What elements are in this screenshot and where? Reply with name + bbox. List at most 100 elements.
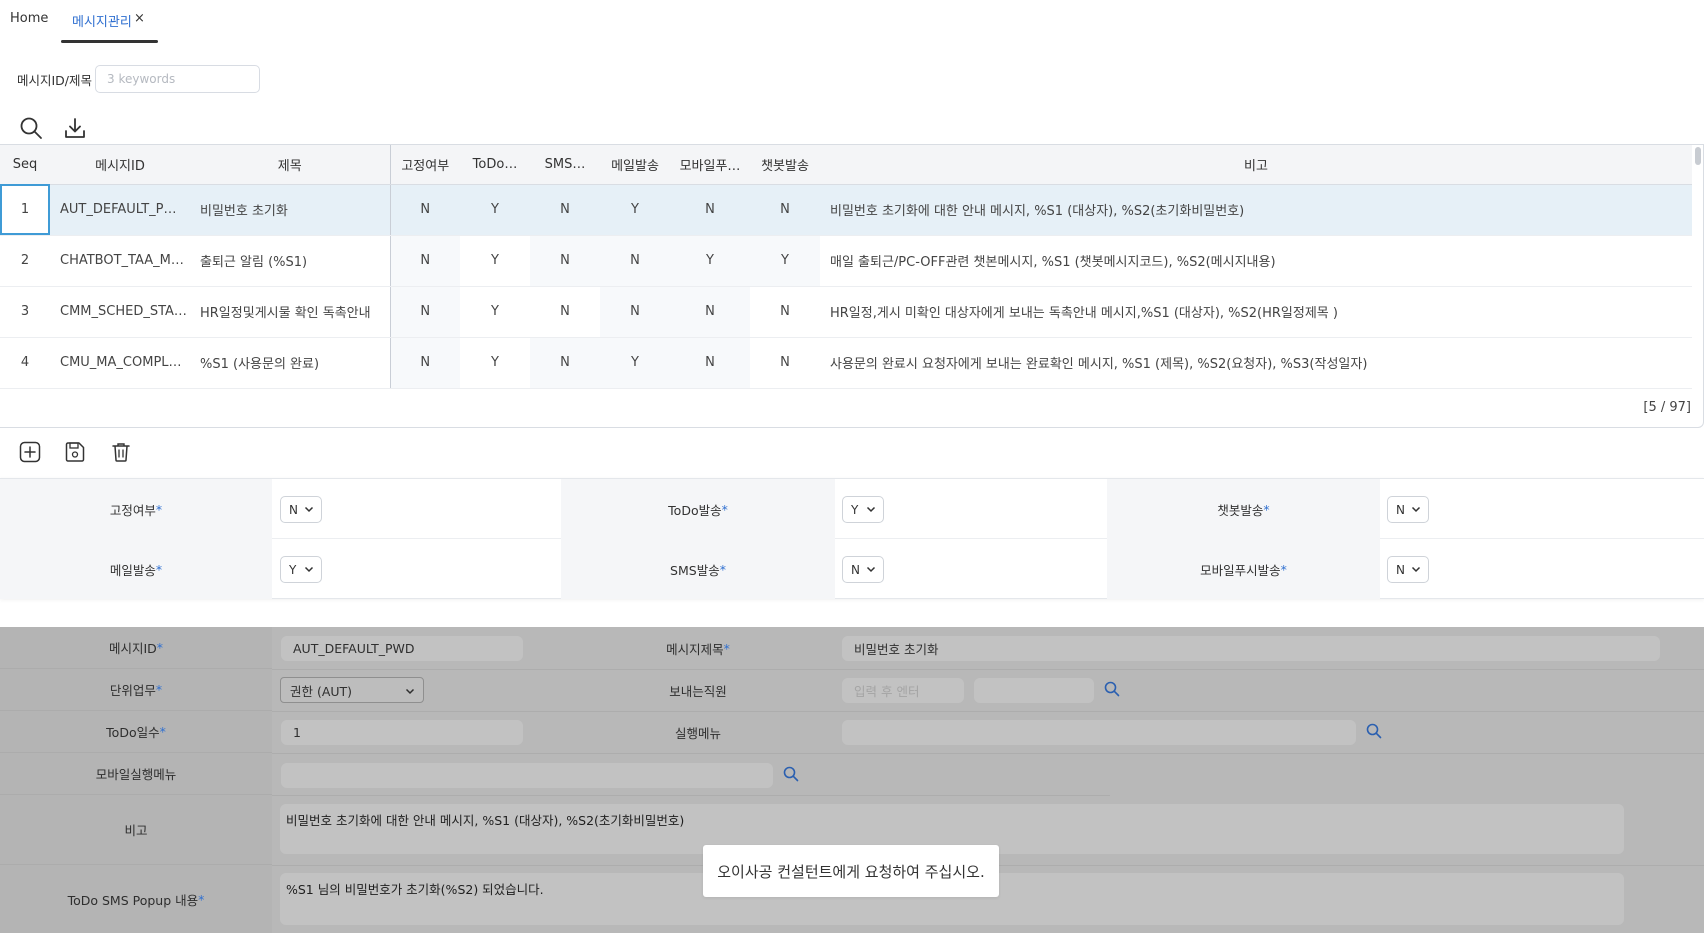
cell-todo[interactable]: Y (460, 184, 530, 236)
delete-icon[interactable] (110, 441, 132, 467)
cell-sms[interactable]: N (530, 184, 600, 236)
mobile-run-menu-field[interactable] (281, 763, 773, 788)
cell-mobile-push[interactable]: N (670, 337, 750, 389)
todo-sms-popup-label-text: ToDo SMS Popup 내용 (67, 892, 199, 908)
column-header-mobile-push[interactable]: 모바일푸… (670, 145, 750, 185)
column-header-todo[interactable]: ToDo… (460, 145, 530, 185)
required-mark: * (159, 724, 166, 739)
cell-chatbot[interactable]: N (750, 184, 820, 236)
cell-note[interactable]: HR일정,게시 미확인 대상자에게 보내는 독촉안내 메시지,%S1 (대상자)… (820, 286, 1692, 338)
cell-chatbot[interactable]: N (750, 286, 820, 338)
chevron-down-icon (1411, 566, 1421, 573)
cell-sms[interactable]: N (530, 337, 600, 389)
toast-message: 오이사공 컨설턴트에게 요청하여 주십시오. (703, 845, 999, 897)
cell-message-id[interactable]: CMM_SCHED_STA… (50, 286, 190, 338)
cell-mobile-push[interactable]: N (670, 184, 750, 236)
cell-fixed[interactable]: N (390, 184, 460, 236)
cell-message-id[interactable]: CMU_MA_COMPL… (50, 337, 190, 389)
message-title-field[interactable]: 비밀번호 초기화 (842, 636, 1660, 661)
mobile-run-menu-search-icon[interactable] (783, 766, 799, 786)
chevron-down-icon (405, 688, 415, 695)
search-icon[interactable] (19, 116, 43, 144)
run-menu-field[interactable] (842, 720, 1356, 745)
cell-seq[interactable]: 2 (0, 235, 50, 287)
cell-title[interactable]: %S1 (사용문의 완료) (190, 337, 391, 389)
table-row[interactable]: 2 CHATBOT_TAA_M… 출퇴근 알림 (%S1) N Y N N Y … (0, 235, 1692, 287)
tab-message-management[interactable]: 메시지관리 (72, 11, 132, 30)
todo-value: Y (851, 502, 859, 517)
grid-scrollbar[interactable] (1695, 147, 1701, 165)
cell-note[interactable]: 사용문의 완료시 요청자에게 보내는 완료확인 메시지, %S1 (제목), %… (820, 337, 1692, 389)
sms-label: SMS발송 * (561, 539, 835, 599)
sender-search-icon[interactable] (1104, 681, 1120, 701)
column-header-fixed[interactable]: 고정여부 (390, 145, 460, 185)
cell-title[interactable]: 비밀번호 초기화 (190, 184, 391, 236)
add-icon[interactable] (19, 441, 41, 467)
cell-note[interactable]: 비밀번호 초기화에 대한 안내 메시지, %S1 (대상자), %S2(초기화비… (820, 184, 1692, 236)
fixed-select[interactable]: N (280, 496, 322, 523)
cell-sms[interactable]: N (530, 235, 600, 287)
sender-field[interactable]: 입력 후 엔터 (842, 678, 964, 703)
cell-note[interactable]: 매일 출퇴근/PC-OFF관련 챗본메시지, %S1 (챗봇메시지코드), %S… (820, 235, 1692, 287)
column-header-note[interactable]: 비고 (820, 145, 1692, 185)
cell-fixed[interactable]: N (390, 235, 460, 287)
unit-task-select[interactable]: 권한 (AUT) (280, 677, 424, 703)
required-mark: * (155, 682, 163, 697)
cell-title[interactable]: HR일정및게시물 확인 독촉안내 (190, 286, 391, 338)
cell-mobile-push[interactable]: Y (670, 235, 750, 287)
download-icon[interactable] (63, 116, 87, 144)
mail-select[interactable]: Y (280, 556, 322, 583)
column-header-mail[interactable]: 메일발송 (600, 145, 670, 185)
cell-mail[interactable]: Y (600, 337, 670, 389)
mail-label: 메일발송 * (0, 539, 272, 599)
column-header-sms[interactable]: SMS… (530, 145, 600, 185)
sms-label-text: SMS발송 (670, 562, 720, 578)
note-label: 비고 (0, 795, 272, 865)
cell-fixed[interactable]: N (390, 337, 460, 389)
cell-title[interactable]: 출퇴근 알림 (%S1) (190, 235, 391, 287)
cell-mail[interactable]: N (600, 286, 670, 338)
cell-sms[interactable]: N (530, 286, 600, 338)
cell-mail[interactable]: N (600, 235, 670, 287)
save-icon[interactable] (64, 441, 86, 467)
todo-days-field[interactable]: 1 (281, 720, 523, 745)
mobile-push-select[interactable]: N (1387, 556, 1429, 583)
search-input[interactable] (95, 65, 260, 93)
chatbot-select[interactable]: N (1387, 496, 1429, 523)
chevron-down-icon (866, 566, 876, 573)
table-row[interactable]: 1 AUT_DEFAULT_P… 비밀번호 초기화 N Y N Y N N 비밀… (0, 184, 1692, 236)
cell-mail[interactable]: Y (600, 184, 670, 236)
run-menu-search-icon[interactable] (1366, 723, 1382, 743)
column-header-message-id[interactable]: 메시지ID (50, 145, 190, 185)
cell-seq[interactable]: 1 (0, 184, 50, 236)
cell-message-id[interactable]: CHATBOT_TAA_M… (50, 235, 190, 287)
cell-chatbot[interactable]: N (750, 337, 820, 389)
column-header-chatbot[interactable]: 챗봇발송 (750, 145, 820, 185)
sms-select[interactable]: N (842, 556, 884, 583)
cell-fixed[interactable]: N (390, 286, 460, 338)
table-row[interactable]: 3 CMM_SCHED_STA… HR일정및게시물 확인 독촉안내 N Y N … (0, 286, 1692, 338)
cell-mobile-push[interactable]: N (670, 286, 750, 338)
table-row[interactable]: 4 CMU_MA_COMPL… %S1 (사용문의 완료) N Y N Y N … (0, 337, 1692, 389)
cell-todo[interactable]: Y (460, 286, 530, 338)
column-header-title[interactable]: 제목 (190, 145, 391, 185)
run-menu-label: 실행메뉴 (561, 711, 835, 753)
todo-select[interactable]: Y (842, 496, 884, 523)
cell-seq[interactable]: 4 (0, 337, 50, 389)
tab-close-icon[interactable]: × (134, 11, 145, 26)
chatbot-value: N (1396, 502, 1405, 517)
cell-seq[interactable]: 3 (0, 286, 50, 338)
message-id-field[interactable]: AUT_DEFAULT_PWD (281, 636, 523, 661)
tab-home[interactable]: Home (10, 11, 48, 26)
cell-chatbot[interactable]: Y (750, 235, 820, 287)
required-mark: * (156, 640, 164, 655)
sender-label: 보내는직원 (561, 669, 835, 711)
cell-todo[interactable]: Y (460, 337, 530, 389)
cell-message-id[interactable]: AUT_DEFAULT_P… (50, 184, 190, 236)
column-header-seq[interactable]: Seq (0, 145, 50, 185)
cell-todo[interactable]: Y (460, 235, 530, 287)
grid-header-row: Seq 메시지ID 제목 고정여부 ToDo… SMS… 메일발송 모바일푸… … (0, 145, 1692, 185)
note-label-text: 비고 (124, 823, 148, 838)
sender-name-field[interactable] (974, 678, 1094, 703)
required-mark: * (721, 501, 728, 517)
